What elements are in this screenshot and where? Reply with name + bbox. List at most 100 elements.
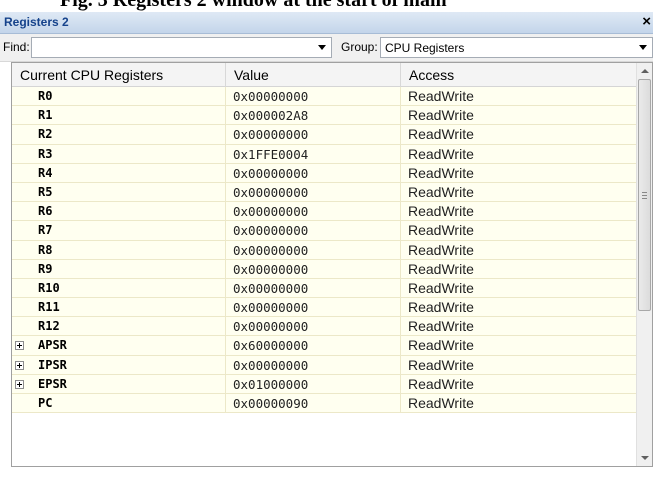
group-combobox[interactable]: CPU Registers xyxy=(380,37,653,58)
table-row[interactable]: R1 0x000002A8 ReadWrite xyxy=(12,106,638,126)
table-row[interactable]: R12 0x00000000 ReadWrite xyxy=(12,317,638,337)
table-row[interactable]: R4 0x00000000 ReadWrite xyxy=(12,163,638,183)
column-divider xyxy=(225,87,226,106)
register-access: ReadWrite xyxy=(408,337,474,354)
register-value[interactable]: 0x000002A8 xyxy=(233,106,308,125)
table-row[interactable]: R11 0x00000000 ReadWrite xyxy=(12,298,638,318)
column-divider xyxy=(400,278,401,298)
register-value[interactable]: 0x00000000 xyxy=(233,87,308,106)
register-name: R4 xyxy=(38,165,53,180)
column-divider xyxy=(225,106,226,126)
register-value[interactable]: 0x00000000 xyxy=(233,125,308,144)
group-value: CPU Registers xyxy=(385,41,465,55)
register-value[interactable]: 0x00000000 xyxy=(233,356,308,375)
arrow-up-icon[interactable] xyxy=(641,69,649,73)
column-divider xyxy=(400,221,401,241)
thumb-grip xyxy=(642,198,647,199)
register-access: ReadWrite xyxy=(408,241,474,258)
arrow-down-icon[interactable] xyxy=(641,456,649,460)
column-divider xyxy=(225,163,226,183)
register-access: ReadWrite xyxy=(408,222,474,239)
column-header-register[interactable]: Current CPU Registers xyxy=(12,63,226,87)
register-name: PC xyxy=(38,396,53,410)
register-value[interactable]: 0x00000000 xyxy=(233,298,308,317)
register-value[interactable]: 0x00000000 xyxy=(233,221,308,240)
grid-header: Current CPU Registers Value Access xyxy=(12,63,638,87)
column-divider xyxy=(225,394,226,413)
register-access: ReadWrite xyxy=(408,318,474,335)
table-row[interactable]: R5 0x00000000 ReadWrite xyxy=(12,182,638,203)
find-label: Find: xyxy=(3,40,30,54)
register-access: ReadWrite xyxy=(408,183,474,200)
column-divider xyxy=(400,394,401,413)
register-value[interactable]: 0x01000000 xyxy=(233,375,308,394)
register-value[interactable]: 0x60000000 xyxy=(233,336,308,355)
register-value[interactable]: 0x00000000 xyxy=(233,279,308,298)
table-row[interactable]: APSR 0x60000000 ReadWrite xyxy=(12,336,638,356)
column-divider xyxy=(400,259,401,279)
column-divider xyxy=(400,182,401,202)
register-access: ReadWrite xyxy=(408,375,474,392)
register-name: R0 xyxy=(38,89,53,103)
column-divider xyxy=(225,240,226,260)
register-value[interactable]: 0x00000090 xyxy=(233,394,308,413)
register-value[interactable]: 0x00000000 xyxy=(233,260,308,279)
table-row[interactable]: PC 0x00000090 ReadWrite xyxy=(12,394,638,414)
column-divider xyxy=(400,144,401,164)
column-divider xyxy=(400,355,401,375)
register-access: ReadWrite xyxy=(408,356,474,373)
register-value[interactable]: 0x00000000 xyxy=(233,317,308,336)
thumb-grip xyxy=(642,192,647,193)
column-header-access[interactable]: Access xyxy=(401,63,638,87)
column-divider xyxy=(400,106,401,126)
column-divider xyxy=(400,125,401,145)
register-value[interactable]: 0x00000000 xyxy=(233,241,308,260)
table-row[interactable]: R0 0x00000000 ReadWrite xyxy=(12,87,638,107)
column-header-value[interactable]: Value xyxy=(226,63,401,87)
table-row[interactable]: EPSR 0x01000000 ReadWrite xyxy=(12,374,638,394)
column-divider xyxy=(225,125,226,145)
column-divider xyxy=(400,163,401,183)
plus-box-icon[interactable] xyxy=(15,341,24,351)
plus-box-icon[interactable] xyxy=(15,379,24,389)
register-name: R3 xyxy=(38,146,53,161)
table-row[interactable]: R7 0x00000000 ReadWrite xyxy=(12,221,638,241)
register-name: R6 xyxy=(38,204,53,219)
chevron-down-icon[interactable] xyxy=(639,45,647,50)
table-row[interactable]: R3 0x1FFE0004 ReadWrite xyxy=(12,144,638,164)
table-row[interactable]: R10 0x00000000 ReadWrite xyxy=(12,278,638,299)
find-combobox[interactable] xyxy=(31,37,332,58)
chevron-down-icon[interactable] xyxy=(318,45,326,50)
table-row[interactable]: R8 0x00000000 ReadWrite xyxy=(12,240,638,260)
close-icon[interactable]: × xyxy=(642,13,651,31)
vertical-scrollbar[interactable] xyxy=(636,63,652,466)
register-access: ReadWrite xyxy=(408,260,474,277)
register-name: IPSR xyxy=(38,357,67,372)
register-value[interactable]: 0x1FFE0004 xyxy=(233,145,308,164)
register-name: R11 xyxy=(38,300,60,315)
table-row[interactable]: IPSR 0x00000000 ReadWrite xyxy=(12,355,638,375)
plus-box-icon[interactable] xyxy=(15,360,24,370)
table-row[interactable]: R6 0x00000000 ReadWrite xyxy=(12,202,638,222)
register-access: ReadWrite xyxy=(408,164,474,181)
table-row[interactable]: R9 0x00000000 ReadWrite xyxy=(12,259,638,279)
page-heading-text: Fig. 3 Registers 2 window at the start o… xyxy=(60,0,447,11)
window-title: Registers 2 xyxy=(4,15,69,29)
table-row[interactable]: R2 0x00000000 ReadWrite xyxy=(12,125,638,145)
register-access: ReadWrite xyxy=(408,107,474,124)
register-value[interactable]: 0x00000000 xyxy=(233,183,308,202)
window-titlebar: Registers 2 × xyxy=(0,12,653,34)
register-access: ReadWrite xyxy=(408,88,474,104)
register-name: EPSR xyxy=(38,376,67,391)
register-name: R7 xyxy=(38,223,53,238)
register-value[interactable]: 0x00000000 xyxy=(233,164,308,183)
column-divider xyxy=(225,278,226,298)
column-divider xyxy=(400,240,401,260)
register-name: R5 xyxy=(38,184,53,199)
scrollbar-thumb[interactable] xyxy=(638,79,651,311)
column-divider xyxy=(400,87,401,106)
column-divider xyxy=(225,182,226,202)
registers-window: Registers 2 × Find: Group: CPU Registers… xyxy=(0,12,653,479)
register-value[interactable]: 0x00000000 xyxy=(233,202,308,221)
column-divider xyxy=(225,355,226,375)
